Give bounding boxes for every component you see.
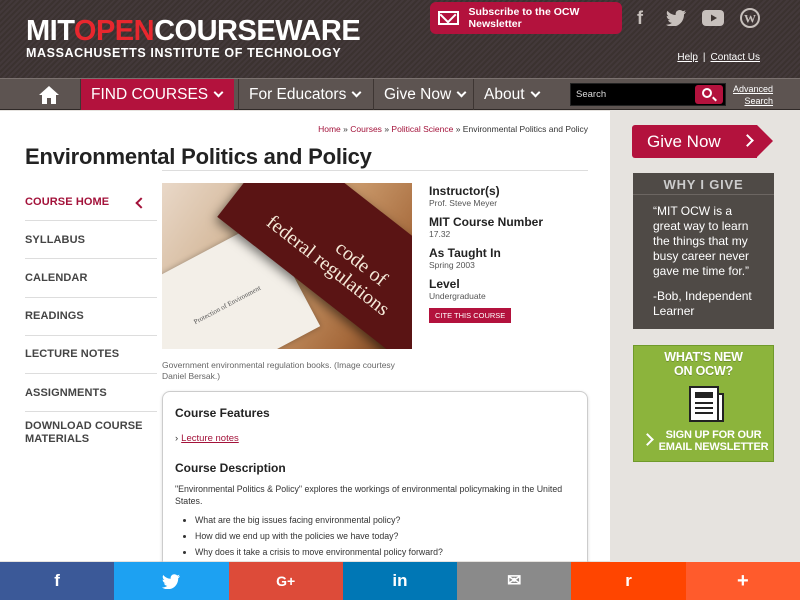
level-label: Level: [429, 277, 460, 291]
chevron-down-icon: [351, 87, 362, 98]
testimonial-quote: “MIT OCW is a great way to learn the thi…: [653, 204, 750, 278]
search-box: [570, 83, 726, 106]
advanced-search-link[interactable]: Advanced Search: [733, 83, 773, 107]
chevron-down-icon: [456, 87, 467, 98]
share-linkedin-icon[interactable]: in: [342, 562, 458, 600]
title-divider: [162, 170, 588, 171]
description-text: "Environmental Politics & Policy" explor…: [175, 484, 563, 506]
nav-for-educators[interactable]: For Educators: [238, 79, 368, 110]
description-list: What are the big issues facing environme…: [175, 515, 575, 557]
mail-icon: [438, 11, 459, 25]
course-nav-item-home[interactable]: COURSE HOME: [25, 183, 157, 222]
breadcrumb: Home » Courses » Political Science » Env…: [318, 124, 588, 134]
youtube-icon[interactable]: [695, 2, 731, 34]
share-facebook-icon[interactable]: f: [0, 562, 115, 600]
give-now-button[interactable]: Give Now: [632, 125, 775, 158]
list-item: How did we end up with the policies we h…: [195, 531, 575, 541]
main-nav: FIND COURSES For Educators Give Now Abou…: [0, 78, 800, 110]
utility-links: Help | Contact Us: [677, 52, 760, 63]
why-i-give-box[interactable]: WHY I GIVE “MIT OCW is a great way to le…: [633, 173, 774, 329]
page-title: Environmental Politics and Policy: [25, 144, 372, 169]
share-twitter-icon[interactable]: [114, 562, 229, 600]
ocw-logo[interactable]: MITOPENCOURSEWARE: [26, 15, 361, 48]
course-nav: COURSE HOME SYLLABUS CALENDAR READINGS L…: [25, 183, 157, 468]
instructor-label: Instructor(s): [429, 184, 500, 198]
share-reddit-icon[interactable]: r: [571, 562, 686, 600]
list-item: What are the big issues facing environme…: [195, 515, 575, 525]
course-nav-item-calendar[interactable]: CALENDAR: [25, 259, 157, 298]
course-nav-item-lecture-notes[interactable]: LECTURE NOTES: [25, 336, 157, 374]
breadcrumb-current: Environmental Politics and Policy: [462, 124, 588, 134]
course-nav-item-download[interactable]: DOWNLOAD COURSE MATERIALS: [25, 412, 157, 468]
whats-new-box[interactable]: WHAT'S NEW ON OCW? SIGN UP FOR OUR EMAIL…: [633, 345, 774, 462]
search-button[interactable]: [695, 85, 723, 104]
newspaper-icon: [686, 384, 726, 424]
share-email-icon[interactable]: ✉: [457, 562, 572, 600]
course-number-label: MIT Course Number: [429, 215, 544, 229]
course-info: Instructor(s) Prof. Steve Meyer MIT Cour…: [429, 184, 589, 323]
breadcrumb-courses[interactable]: Courses: [350, 124, 382, 134]
course-nav-item-assignments[interactable]: ASSIGNMENTS: [25, 374, 157, 413]
image-caption: Government environmental regulation book…: [162, 360, 395, 381]
instructor-value: Prof. Steve Meyer: [429, 198, 498, 208]
course-features-box: Course Features Lecture notes Course Des…: [162, 391, 588, 571]
taught-in-value: Spring 2003: [429, 260, 475, 270]
help-link[interactable]: Help: [677, 52, 698, 63]
testimonial-author: -Bob, Independent Learner: [653, 289, 752, 318]
features-heading: Course Features: [175, 406, 270, 420]
level-value: Undergraduate: [429, 291, 486, 301]
twitter-icon[interactable]: [658, 2, 694, 34]
svg-text:W: W: [744, 12, 756, 26]
breadcrumb-dept[interactable]: Political Science: [391, 124, 453, 134]
newsletter-label: Subscribe to the OCW Newsletter: [468, 6, 580, 30]
share-googleplus-icon[interactable]: G+: [228, 562, 343, 600]
why-i-give-heading: WHY I GIVE: [633, 173, 774, 195]
nav-about[interactable]: About: [473, 79, 561, 110]
chevron-down-icon: [530, 87, 540, 98]
facebook-icon[interactable]: f: [622, 2, 658, 34]
feature-link-lecture-notes[interactable]: Lecture notes: [175, 433, 575, 444]
wordpress-icon[interactable]: W: [732, 2, 768, 34]
course-image: Protection of Environment code of federa…: [162, 183, 412, 349]
breadcrumb-home[interactable]: Home: [318, 124, 341, 134]
search-input[interactable]: [571, 84, 697, 105]
nav-give-now[interactable]: Give Now: [373, 79, 469, 110]
course-number-value: 17.32: [429, 229, 451, 239]
list-item: Why does it take a crisis to move enviro…: [195, 547, 575, 557]
site-header: MITOPENCOURSEWARE MASSACHUSETTS INSTITUT…: [0, 0, 800, 78]
taught-in-label: As Taught In: [429, 246, 501, 260]
share-bar: f G+ in ✉ r +: [0, 562, 800, 600]
chevron-down-icon: [213, 87, 224, 98]
chevron-left-icon: [135, 197, 147, 209]
search-icon: [702, 88, 712, 98]
course-nav-item-readings[interactable]: READINGS: [25, 298, 157, 336]
home-icon[interactable]: [28, 79, 70, 110]
cite-course-button[interactable]: CITE THIS COURSE: [429, 308, 512, 323]
description-heading: Course Description: [175, 461, 286, 475]
chevron-right-icon: [641, 433, 654, 446]
contact-link[interactable]: Contact Us: [711, 52, 760, 63]
share-more-icon[interactable]: +: [685, 562, 800, 600]
logo-subtitle: MASSACHUSETTS INSTITUTE OF TECHNOLOGY: [26, 46, 342, 60]
course-nav-item-syllabus[interactable]: SYLLABUS: [25, 221, 157, 260]
main-content: Home » Courses » Political Science » Env…: [0, 111, 610, 571]
newsletter-subscribe-button[interactable]: Subscribe to the OCW Newsletter: [430, 2, 622, 34]
nav-find-courses[interactable]: FIND COURSES: [80, 79, 234, 110]
